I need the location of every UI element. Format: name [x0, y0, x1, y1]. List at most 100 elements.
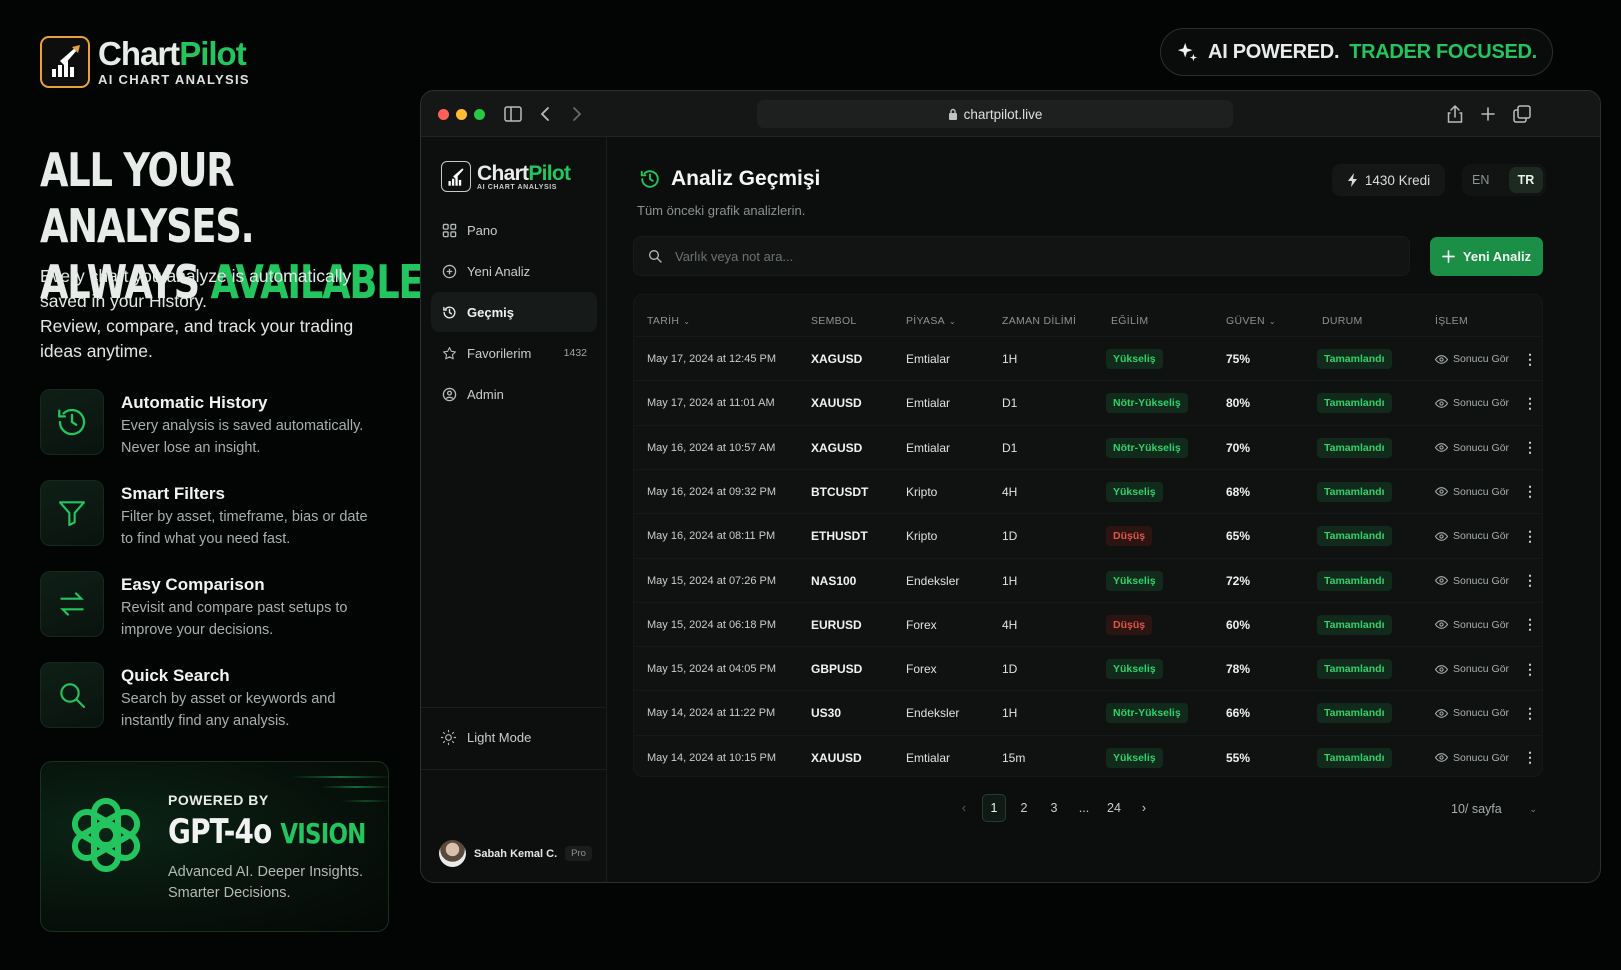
cell-date: May 16, 2024 at 10:57 AM	[647, 441, 776, 454]
address-bar[interactable]: chartpilot.live	[757, 100, 1233, 128]
cell-bias: Nötr-Yükseliş	[1106, 691, 1188, 735]
view-result-link[interactable]: Sonucu Gör	[1435, 337, 1509, 381]
view-result-link[interactable]: Sonucu Gör	[1435, 381, 1509, 425]
cell-status: Tamamlandı	[1317, 736, 1392, 780]
next-page-button[interactable]: ›	[1132, 794, 1156, 822]
more-options-icon[interactable]: ⋮	[1523, 514, 1537, 558]
close-window-button[interactable]	[438, 109, 449, 120]
view-result-link[interactable]: Sonucu Gör	[1435, 647, 1509, 691]
sidebar-item-admin[interactable]: Admin	[431, 374, 597, 414]
view-result-link[interactable]: Sonucu Gör	[1435, 559, 1509, 603]
column-header-confidence[interactable]: GÜVEN ⌄	[1226, 315, 1276, 327]
view-result-link[interactable]: Sonucu Gör	[1435, 470, 1509, 514]
sidebar-item-yeni-analiz[interactable]: Yeni Analiz	[431, 251, 597, 291]
table-row[interactable]: May 16, 2024 at 09:32 PM BTCUSDT Kripto 4H Y…	[634, 468, 1542, 514]
sidebar-item-favorilerim[interactable]: Favorilerim 1432	[431, 333, 597, 373]
brand-logo-block: ChartPilot AI CHART ANALYSIS	[40, 36, 250, 88]
table-row[interactable]: May 15, 2024 at 07:26 PM NAS100 Endeksler 1…	[634, 557, 1542, 603]
more-options-icon[interactable]: ⋮	[1523, 337, 1537, 381]
more-options-icon[interactable]: ⋮	[1523, 647, 1537, 691]
per-page-value: 10/ sayfa	[1451, 802, 1502, 816]
view-result-link[interactable]: Sonucu Gör	[1435, 514, 1509, 558]
prev-page-button[interactable]: ‹	[952, 794, 976, 822]
tabs-overview-icon[interactable]	[1511, 103, 1533, 125]
page-button-3[interactable]: 3	[1042, 794, 1066, 822]
page-button-1[interactable]: 1	[982, 794, 1006, 822]
view-result-label: Sonucu Gör	[1453, 574, 1510, 587]
search-placeholder: Varlık veya not ara...	[675, 248, 794, 264]
more-options-icon[interactable]: ⋮	[1523, 426, 1537, 470]
table-row[interactable]: May 14, 2024 at 10:15 PM XAUUSD Emtialar 15…	[634, 734, 1542, 780]
column-header-status[interactable]: DURUM	[1322, 315, 1363, 327]
cell-timeframe: 4H	[1002, 617, 1018, 632]
plus-circle-icon	[442, 264, 457, 278]
eye-icon	[1435, 443, 1448, 452]
more-options-icon[interactable]: ⋮	[1523, 470, 1537, 514]
sidebar-item-gecmis[interactable]: Geçmiş	[431, 292, 597, 332]
sidebar-item-pano[interactable]: Pano	[431, 210, 597, 250]
cell-date: May 17, 2024 at 11:01 AM	[647, 397, 775, 410]
bias-badge: Nötr-Yükseliş	[1106, 703, 1188, 724]
search-input[interactable]: Varlık veya not ara...	[633, 236, 1410, 276]
column-header-symbol[interactable]: SEMBOL	[811, 315, 857, 327]
column-header-market[interactable]: PİYASA ⌄	[906, 315, 956, 327]
more-options-icon[interactable]: ⋮	[1523, 691, 1537, 735]
cell-symbol: XAGUSD	[811, 440, 863, 455]
cell-status: Tamamlandı	[1317, 381, 1392, 425]
cell-status: Tamamlandı	[1317, 470, 1392, 514]
cell-confidence: 70%	[1226, 440, 1251, 455]
cell-status: Tamamlandı	[1317, 337, 1392, 381]
cell-timeframe: 15m	[1002, 750, 1026, 765]
user-profile[interactable]: Sabah Kemal C. Pro	[439, 840, 592, 867]
share-icon[interactable]	[1444, 103, 1466, 125]
view-result-link[interactable]: Sonucu Gör	[1435, 426, 1509, 470]
back-arrow-icon[interactable]	[534, 103, 556, 125]
page-button-2[interactable]: 2	[1012, 794, 1036, 822]
lang-tr-button[interactable]: TR	[1509, 167, 1543, 193]
view-result-label: Sonucu Gör	[1453, 530, 1510, 543]
table-row[interactable]: May 16, 2024 at 08:11 PM ETHUSDT Kripto 1D D…	[634, 513, 1542, 557]
cell-symbol: ETHUSDT	[811, 529, 868, 544]
maximize-window-button[interactable]	[474, 109, 485, 120]
sidebar-brand[interactable]: ChartPilot AI CHART ANALYSIS	[441, 161, 571, 192]
minimize-window-button[interactable]	[456, 109, 467, 120]
sidebar-brand-tagline: AI CHART ANALYSIS	[477, 183, 558, 191]
bias-badge: Yükseliş	[1106, 747, 1163, 768]
page-title: Analiz Geçmişi	[639, 167, 820, 191]
eye-icon	[1435, 354, 1448, 364]
view-result-link[interactable]: Sonucu Gör	[1435, 736, 1509, 780]
column-header-date[interactable]: TARİH ⌄	[647, 315, 690, 327]
star-icon	[443, 346, 456, 359]
view-result-link[interactable]: Sonucu Gör	[1435, 603, 1509, 647]
column-header-bias[interactable]: EĞİLİM	[1111, 315, 1148, 327]
cell-market: Emtialar	[906, 352, 951, 366]
light-mode-toggle[interactable]: Light Mode	[431, 717, 597, 757]
cell-date: May 16, 2024 at 09:32 PM	[647, 485, 777, 498]
lang-en-button[interactable]: EN	[1472, 173, 1489, 187]
sidebar-toggle-icon[interactable]	[502, 103, 524, 125]
table-row[interactable]: May 17, 2024 at 12:45 PM XAGUSD Emtialar 1H…	[634, 336, 1542, 380]
more-options-icon[interactable]: ⋮	[1523, 381, 1537, 425]
more-options-icon[interactable]: ⋮	[1523, 603, 1537, 647]
new-tab-icon[interactable]	[1477, 103, 1499, 125]
cell-symbol: EURUSD	[811, 617, 862, 632]
view-result-link[interactable]: Sonucu Gör	[1435, 691, 1509, 735]
page-button-24[interactable]: 24	[1102, 794, 1126, 822]
table-row[interactable]: May 15, 2024 at 06:18 PM EURUSD Forex 4H Düş…	[634, 601, 1542, 647]
table-row[interactable]: May 17, 2024 at 11:01 AM XAUUSD Emtialar D1…	[634, 380, 1542, 424]
more-options-icon[interactable]: ⋮	[1523, 559, 1537, 603]
column-header-timeframe[interactable]: ZAMAN DİLİMİ	[1002, 315, 1076, 327]
forward-arrow-icon[interactable]	[566, 103, 588, 125]
cell-date: May 15, 2024 at 04:05 PM	[647, 663, 777, 676]
cell-symbol: NAS100	[811, 573, 857, 588]
cell-timeframe: 1H	[1002, 573, 1018, 588]
cell-status: Tamamlandı	[1317, 603, 1392, 647]
credits-badge[interactable]: 1430 Kredi	[1332, 164, 1445, 196]
new-analysis-button[interactable]: Yeni Analiz	[1430, 237, 1543, 276]
per-page-select[interactable]: 10/ sayfa ⌄	[1445, 794, 1543, 824]
status-badge: Tamamlandı	[1317, 570, 1392, 591]
table-row[interactable]: May 15, 2024 at 04:05 PM GBPUSD Forex 1D Yük…	[634, 646, 1542, 690]
table-row[interactable]: May 14, 2024 at 11:22 PM US30 Endeksler 1H N…	[634, 690, 1542, 734]
table-row[interactable]: May 16, 2024 at 10:57 AM XAGUSD Emtialar D1…	[634, 424, 1542, 470]
more-options-icon[interactable]: ⋮	[1523, 736, 1537, 780]
